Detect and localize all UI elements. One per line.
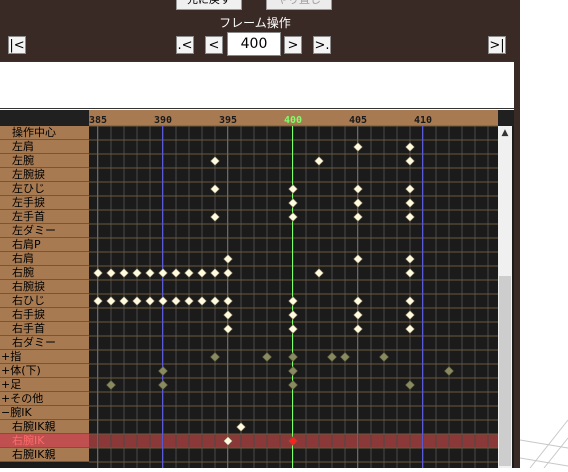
bone-row-label[interactable]: 右腕IK親 (0, 448, 89, 462)
bone-row-label[interactable]: 右肩P (0, 238, 89, 252)
ruler-tick-label: 410 (414, 115, 432, 126)
frame-number-input[interactable] (227, 32, 281, 56)
prev-keyframe-button[interactable]: .< (176, 36, 194, 54)
first-frame-button[interactable]: |< (8, 36, 26, 54)
keyframe-timeline[interactable]: 385 390 395 400 405 410 操作中心 左肩 左腕 左腕捩 左ひじ 左手捩 左手首左… (0, 110, 514, 468)
next-keyframe-button[interactable]: >. (313, 36, 331, 54)
next-frame-button[interactable]: > (284, 36, 302, 54)
ruler-tick-label: 400 (284, 115, 302, 126)
bone-row-label[interactable]: 右腕捩 (0, 280, 89, 294)
bone-row-label[interactable]: 左腕 (0, 154, 89, 168)
bone-row-label[interactable]: 右ダミー (0, 336, 89, 350)
bone-row-label[interactable]: 右ひじ (0, 294, 89, 308)
timeline-scrollbar[interactable]: ▲ (498, 126, 512, 468)
prev-frame-button[interactable]: < (205, 36, 223, 54)
bone-row-label[interactable]: 右腕 (0, 266, 89, 280)
scrollbar-thumb[interactable] (499, 276, 511, 466)
ruler-tick-label: 390 (154, 115, 172, 126)
toolbar-panel: 元に戻す やり直し フレーム操作 |< .< < > >. >| (0, 0, 514, 61)
undo-button[interactable]: 元に戻す (176, 0, 242, 10)
bone-row-label[interactable]: +指 (0, 350, 89, 364)
bone-row-label[interactable]: 左ひじ (0, 182, 89, 196)
scroll-up-icon[interactable]: ▲ (498, 126, 512, 140)
bone-row-label[interactable]: +足 (0, 378, 89, 392)
viewport-area[interactable] (519, 0, 568, 469)
bone-row-label[interactable]: 左肩 (0, 140, 89, 154)
bone-row-label[interactable]: 右腕IK親 (0, 420, 89, 434)
ruler-tick-label: 405 (349, 115, 367, 126)
floor-grid (519, 419, 568, 469)
bone-row-label[interactable]: −腕IK (0, 406, 89, 420)
ruler-tick-label: 385 (89, 115, 107, 126)
bone-row-label[interactable]: 操作中心 (0, 126, 89, 140)
bone-row-label[interactable]: 右腕IK (0, 434, 89, 448)
bone-row-label[interactable]: +その他 (0, 392, 89, 406)
ruler-tick-label: 395 (219, 115, 237, 126)
frame-operation-title: フレーム操作 (219, 16, 291, 30)
bone-row-label[interactable]: 右手捩 (0, 308, 89, 322)
interpolation-panel (0, 61, 514, 109)
bone-row-label[interactable]: 右手首 (0, 322, 89, 336)
bone-row-label[interactable]: 右肩 (0, 252, 89, 266)
bone-row-label[interactable]: +体(下) (0, 364, 89, 378)
bone-row-label[interactable]: 左手首 (0, 210, 89, 224)
last-frame-button[interactable]: >| (488, 36, 506, 54)
bone-row-label[interactable]: 左手捩 (0, 196, 89, 210)
bone-row-label[interactable]: 左ダミー (0, 224, 89, 238)
bone-row-label[interactable]: 左腕捩 (0, 168, 89, 182)
redo-button[interactable]: やり直し (266, 0, 332, 10)
